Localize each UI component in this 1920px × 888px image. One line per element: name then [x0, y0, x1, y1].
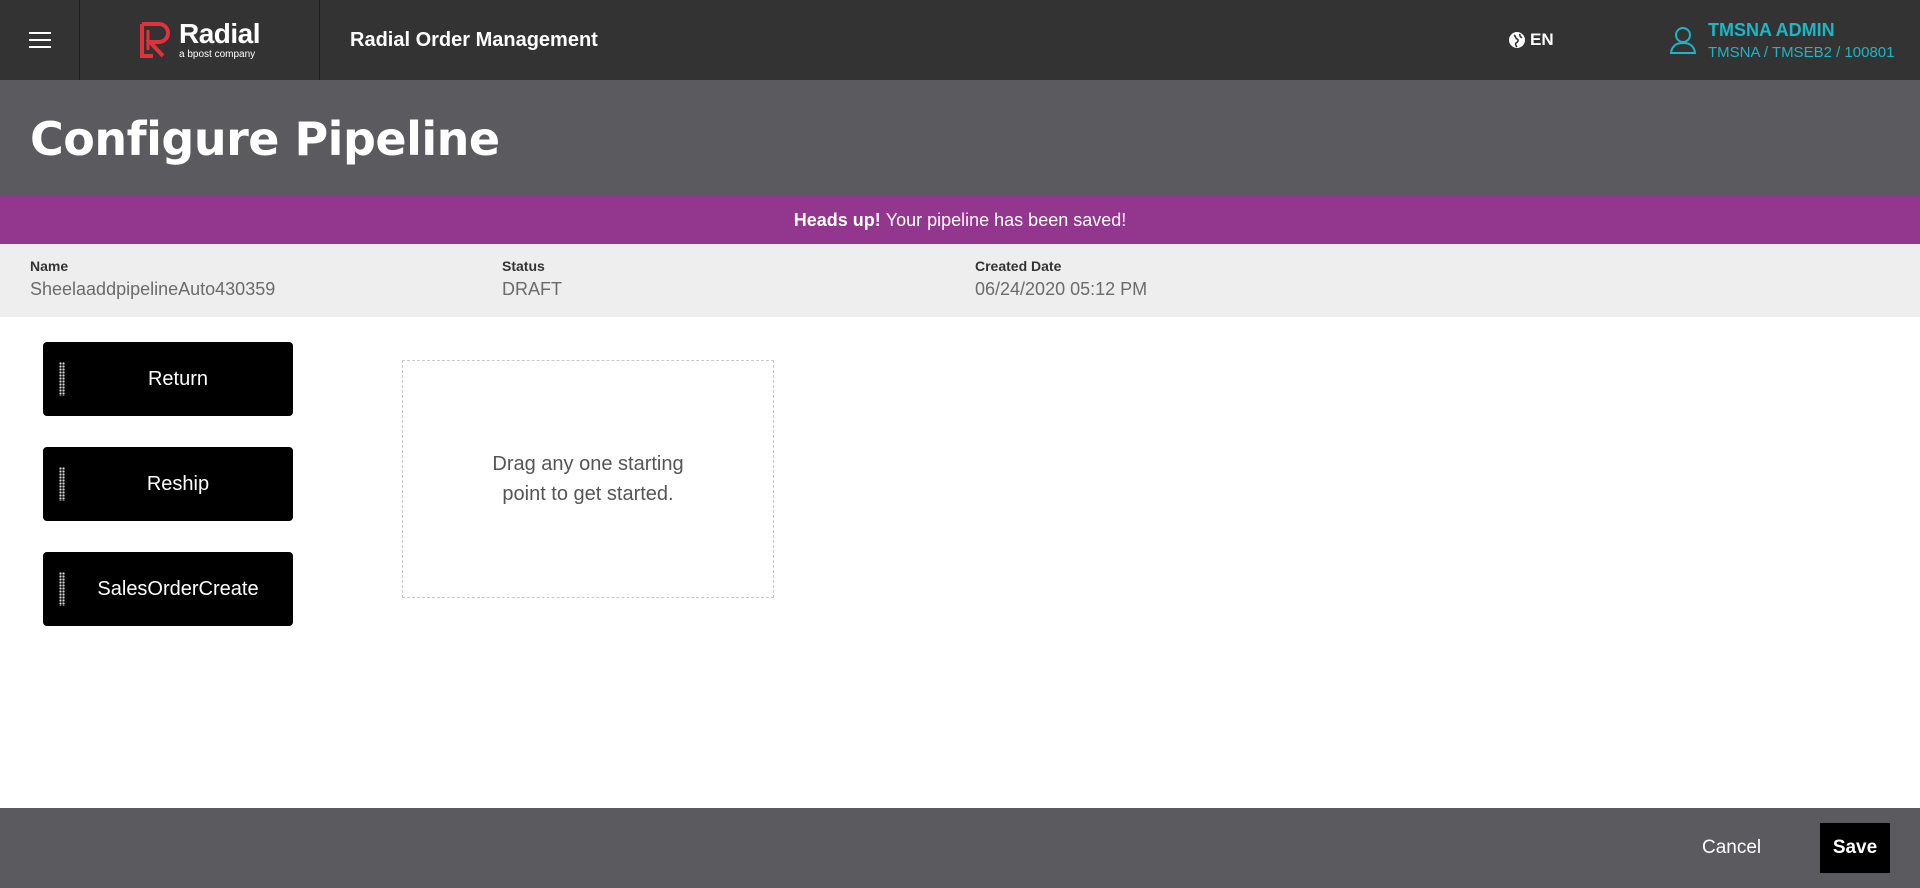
start-point-return[interactable]: Return [43, 342, 293, 416]
created-date-value: 06/24/2020 05:12 PM [975, 279, 1148, 299]
user-icon [1669, 27, 1697, 54]
drop-zone-hint: Drag any one starting point to get start… [492, 453, 684, 505]
drag-handle-icon[interactable] [59, 362, 65, 396]
action-footer: Cancel Save [0, 808, 1920, 888]
drag-handle-icon[interactable] [59, 572, 65, 606]
hamburger-menu-icon[interactable] [0, 0, 80, 80]
pipeline-status-field: Status DRAFT [502, 258, 562, 300]
page-title-band: Configure Pipeline [0, 80, 1920, 196]
drag-handle-icon[interactable] [59, 467, 65, 501]
globe-icon [1509, 32, 1525, 48]
save-button[interactable]: Save [1820, 823, 1890, 873]
language-selector[interactable]: EN [1508, 0, 1554, 80]
pipeline-created-date-field: Created Date 06/24/2020 05:12 PM [975, 258, 1147, 300]
start-point-label: Return [147, 367, 209, 390]
radial-logo-mark-icon [139, 22, 170, 58]
user-menu[interactable]: TMSNA ADMIN TMSNA / TMSEB2 / 100801 [1668, 0, 1894, 80]
pipeline-info-row: Name SheelaaddpipelineAuto430359 Status … [0, 244, 1920, 317]
start-point-label: SalesOrderCreate [97, 577, 259, 600]
language-code: EN [1530, 30, 1554, 49]
name-value: SheelaaddpipelineAuto430359 [30, 279, 276, 299]
start-point-label: Reship [146, 472, 210, 495]
alert-heading: Heads up! [793, 209, 881, 230]
alert-message: Your pipeline has been saved! [885, 209, 1127, 230]
save-success-alert: Heads up! Your pipeline has been saved! [0, 196, 1920, 244]
user-context: TMSNA / TMSEB2 / 100801 [1708, 43, 1895, 61]
start-point-salesordercreate[interactable]: SalesOrderCreate [43, 552, 293, 626]
radial-logo[interactable]: Radial a bpost company [80, 0, 320, 80]
status-value: DRAFT [502, 279, 562, 299]
cancel-button[interactable]: Cancel [1690, 826, 1773, 870]
pipeline-name-field: Name SheelaaddpipelineAuto430359 [30, 258, 275, 300]
created-date-label: Created Date [975, 258, 1062, 274]
top-navigation-bar: Radial a bpost company Radial Order Mana… [0, 0, 1920, 80]
start-point-reship[interactable]: Reship [43, 447, 293, 521]
page-title: Configure Pipeline [30, 112, 500, 166]
status-label: Status [502, 258, 545, 274]
logo-wordmark: Radial [178, 18, 261, 49]
name-label: Name [30, 258, 69, 274]
app-title: Radial Order Management [350, 28, 598, 51]
pipeline-drop-zone[interactable]: Drag any one starting point to get start… [402, 360, 774, 598]
logo-tagline: a bpost company [178, 49, 256, 60]
user-name: TMSNA ADMIN [1708, 19, 1835, 40]
